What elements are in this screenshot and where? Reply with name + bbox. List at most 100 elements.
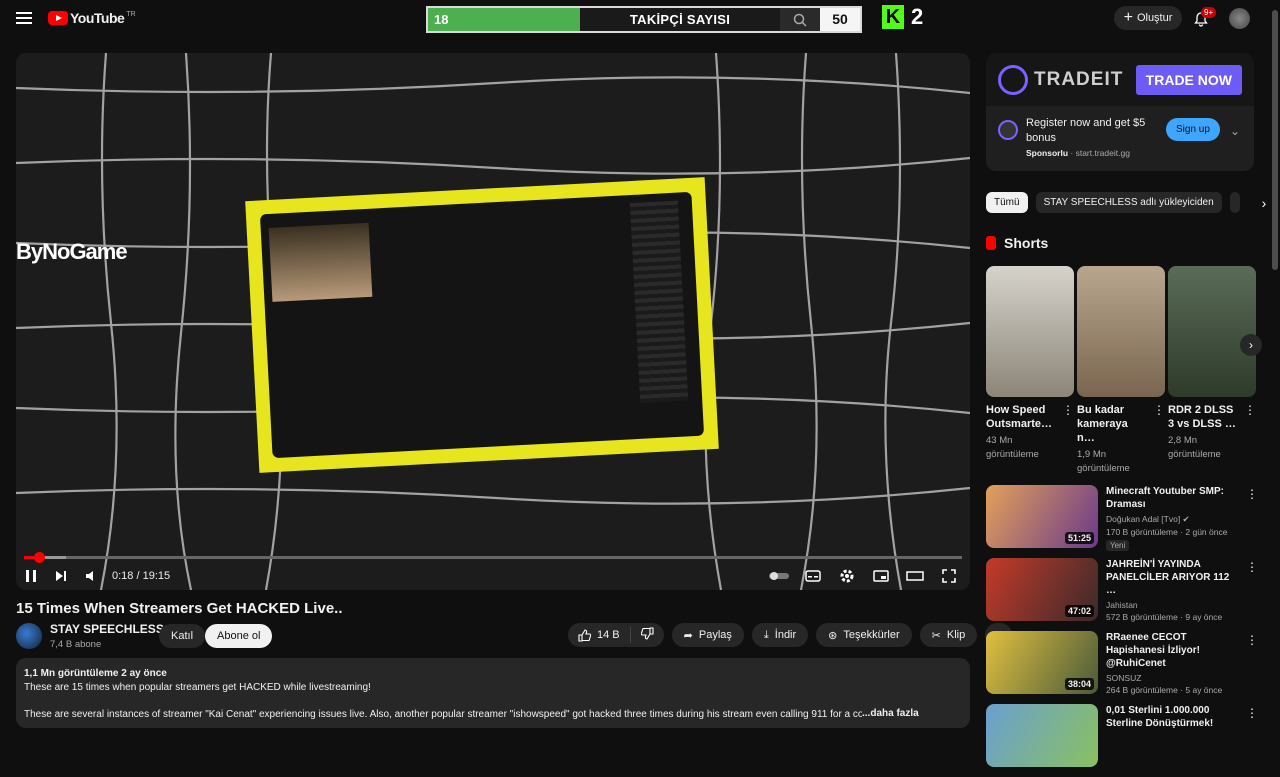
list-item[interactable]: 51:25 Minecraft Youtuber SMP: Draması Do… [986, 485, 1258, 551]
chip-uploader[interactable]: STAY SPEECHLESS adlı yükleyiciden [1035, 192, 1222, 213]
shorts-next-button[interactable]: › [1240, 334, 1262, 356]
fullscreen-icon[interactable] [934, 564, 964, 588]
youtube-logo[interactable]: YouTube TR [48, 10, 136, 26]
video-channel[interactable]: Jahistan [1106, 600, 1242, 610]
video-title[interactable]: JAHREİN'İ YAYINDA PANELCİLER ARIYOR 112 … [1106, 558, 1242, 597]
channel-info: STAY SPEECHLESS 7,4 B abone [16, 622, 164, 650]
youtube-play-icon [48, 11, 68, 25]
settings-gear-icon[interactable] [832, 564, 862, 588]
description-line-1: These are 15 times when popular streamer… [24, 682, 371, 693]
video-title[interactable]: Minecraft Youtuber SMP: Draması [1106, 485, 1242, 511]
counter-label: TAKİPÇİ SAYISI [629, 12, 731, 27]
tradeit-logo-icon [998, 64, 1028, 95]
clip-button[interactable]: ✂ Klip [919, 623, 978, 647]
more-vertical-icon[interactable]: ⋮ [1246, 560, 1258, 574]
thanks-button[interactable]: ⊛ Teşekkürler [816, 623, 912, 647]
video-channel[interactable]: Doğukan Adal [Tvo] ✔ [1106, 514, 1242, 525]
search-icon[interactable] [780, 8, 820, 31]
page-scrollbar[interactable] [1270, 0, 1280, 720]
menu-icon[interactable] [16, 12, 32, 24]
short-thumbnail[interactable] [1077, 266, 1165, 397]
player-controls: 0:18 / 19:15 [16, 563, 970, 589]
subscribe-button[interactable]: Abone ol [205, 624, 273, 648]
chip-all[interactable]: Tümü [986, 192, 1028, 213]
kick-count: 2 [911, 4, 924, 29]
channel-name[interactable]: STAY SPEECHLESS [50, 622, 164, 636]
ad-signup-button[interactable]: Sign up [1166, 118, 1220, 141]
logo-text: YouTube [70, 10, 125, 26]
thanks-icon: ⊛ [828, 629, 838, 642]
list-item[interactable]: 47:02 JAHREİN'İ YAYINDA PANELCİLER ARIYO… [986, 558, 1258, 623]
more-vertical-icon[interactable]: ⋮ [1153, 403, 1165, 445]
channel-avatar[interactable] [16, 623, 42, 649]
join-button[interactable]: Katıl [159, 624, 206, 648]
download-icon: ⤓ [763, 628, 769, 641]
video-thumbnail[interactable]: 47:02 [986, 558, 1098, 621]
shorts-icon [986, 236, 996, 250]
thumbs-down-icon [640, 627, 654, 640]
download-button[interactable]: ⤓ İndir [751, 623, 809, 647]
share-label: Paylaş [698, 629, 732, 641]
streamer-webcam [268, 222, 373, 302]
bynogame-watermark: ByNoGame [16, 239, 128, 264]
short-title[interactable]: How Speed Outsmarte… [986, 403, 1056, 431]
stream-chat [629, 200, 689, 403]
kick-counter: K 2 [882, 4, 923, 30]
short-thumbnail[interactable] [1168, 266, 1256, 397]
ad-trade-now-button[interactable]: TRADE NOW [1135, 64, 1242, 95]
short-title[interactable]: Bu kadar kameraya n… [1077, 403, 1147, 445]
video-meta: 264 B görüntüleme · 5 ay önce [1106, 685, 1223, 695]
short-item[interactable]: RDR 2 DLSS 3 vs DLSS … ⋮ 2,8 Mn görüntüle… [1168, 266, 1256, 476]
notification-badge: 9+ [1201, 7, 1217, 18]
dislike-button[interactable] [631, 627, 664, 643]
short-views: 2,8 Mn görüntüleme [1168, 435, 1221, 460]
ad-banner[interactable]: TRADEIT TRADE NOW [986, 53, 1254, 106]
chevron-right-icon[interactable]: › [1262, 195, 1267, 211]
scissors-icon: ✂ [931, 629, 941, 642]
short-item[interactable]: How Speed Outsmarte… ⋮ 43 Mn görüntüleme [986, 266, 1074, 476]
chevron-down-icon[interactable]: ⌄ [1230, 124, 1240, 138]
short-item[interactable]: Bu kadar kameraya n… ⋮ 1,9 Mn görüntüleme [1077, 266, 1165, 476]
sponsored-ad[interactable]: TRADEIT TRADE NOW Register now and get $… [986, 53, 1254, 171]
pause-icon[interactable] [16, 564, 46, 588]
miniplayer-icon[interactable] [866, 564, 896, 588]
more-vertical-icon[interactable]: ⋮ [1246, 706, 1258, 720]
like-count: 14 B [597, 629, 620, 641]
chip-more[interactable] [1229, 192, 1240, 213]
subtitles-icon[interactable] [798, 564, 828, 588]
more-vertical-icon[interactable]: ⋮ [1246, 487, 1258, 501]
list-item[interactable]: 38:04 RRaenee CECOT Hapishanesi İzliyor!… [986, 631, 1258, 696]
theater-mode-icon[interactable] [900, 564, 930, 588]
more-vertical-icon[interactable]: ⋮ [1062, 403, 1074, 431]
video-thumbnail[interactable]: 38:04 [986, 631, 1098, 694]
ad-message: Register now and get $5 bonus [1026, 117, 1146, 144]
autoplay-toggle[interactable] [764, 564, 794, 588]
create-button[interactable]: + Oluştur [1114, 6, 1182, 30]
notifications-icon[interactable]: 9+ [1193, 7, 1217, 27]
next-icon[interactable] [46, 564, 76, 588]
progress-scrubber[interactable] [34, 552, 45, 563]
video-title[interactable]: RRaenee CECOT Hapishanesi İzliyor! @Ruhi… [1106, 631, 1242, 670]
share-button[interactable]: ➦ Paylaş [671, 623, 744, 647]
short-title[interactable]: RDR 2 DLSS 3 vs DLSS … [1168, 403, 1238, 431]
description-box[interactable]: 1,1 Mn görüntüleme 2 ay önce These are 1… [16, 658, 970, 728]
like-button[interactable]: 14 B [568, 627, 631, 643]
video-player[interactable]: ByNoGame 0:18 / 19:15 [16, 53, 970, 590]
video-title[interactable]: 0,01 Sterlini 1.000.000 Sterline Dönüştü… [1106, 704, 1242, 730]
shorts-header: Shorts [986, 235, 1048, 251]
more-vertical-icon[interactable]: ⋮ [1244, 403, 1256, 431]
list-item[interactable]: 0,01 Sterlini 1.000.000 Sterline Dönüştü… [986, 704, 1258, 769]
account-avatar[interactable] [1229, 8, 1250, 29]
ad-sponsor-icon [998, 120, 1018, 140]
shorts-shelf: How Speed Outsmarte… ⋮ 43 Mn görüntüleme … [986, 266, 1262, 476]
show-more-link[interactable]: ...daha fazla [862, 707, 919, 721]
video-thumbnail[interactable] [986, 704, 1098, 767]
thumbs-up-icon [578, 628, 591, 642]
video-progress-bar[interactable] [24, 552, 962, 563]
video-thumbnail[interactable]: 51:25 [986, 485, 1098, 548]
video-title: 15 Times When Streamers Get HACKED Live.… [16, 600, 343, 617]
video-channel[interactable]: SONSUZ [1106, 673, 1242, 683]
more-vertical-icon[interactable]: ⋮ [1246, 633, 1258, 647]
short-thumbnail[interactable] [986, 266, 1074, 397]
volume-icon[interactable] [76, 564, 106, 588]
